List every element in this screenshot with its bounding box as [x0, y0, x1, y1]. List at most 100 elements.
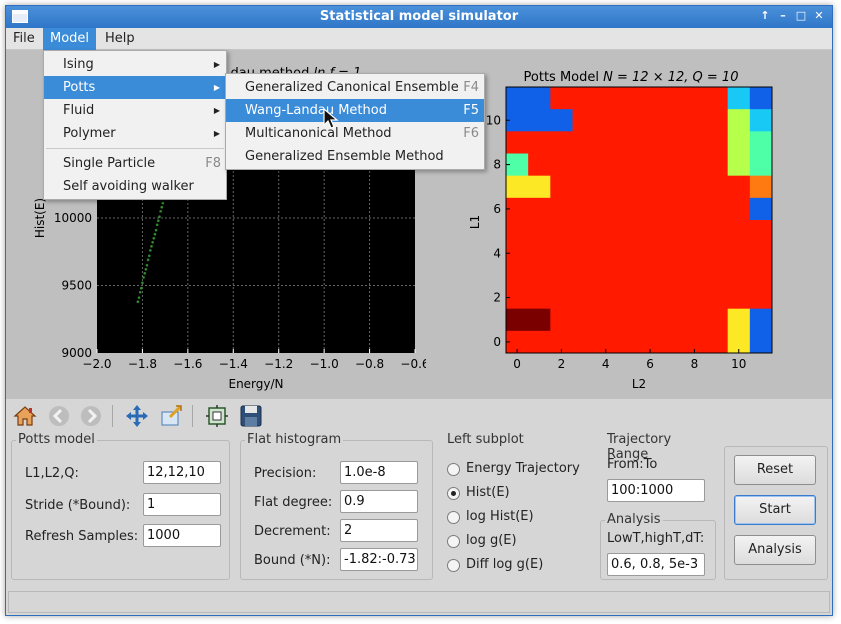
radio-energy-trajectory[interactable]: Energy Trajectory — [447, 461, 597, 479]
lattice-cell — [661, 131, 684, 154]
menu-item-fluid[interactable]: Fluid ▶ — [44, 99, 226, 122]
menu-model[interactable]: Model — [43, 28, 97, 50]
lattice-cell — [749, 153, 773, 177]
radio-circle[interactable] — [447, 559, 460, 572]
x-tick-label: 6 — [646, 357, 654, 371]
data-point — [141, 281, 144, 285]
stride-input[interactable]: 1 — [143, 493, 221, 516]
title-bar[interactable]: Statistical model simulator ↑ – □ ✕ — [6, 6, 832, 28]
radio-log-hist-e[interactable]: log Hist(E) — [447, 509, 597, 527]
x-tick-label: 4 — [602, 357, 610, 371]
radio-circle[interactable] — [447, 535, 460, 548]
lattice-cell — [683, 242, 706, 265]
radio-label: log g(E) — [466, 533, 517, 548]
pan-icon[interactable] — [124, 403, 150, 429]
lattice-cell — [528, 330, 551, 354]
forward-icon[interactable] — [78, 403, 104, 429]
menu-item-single-particle[interactable]: Single Particle F8 — [44, 152, 226, 175]
lattice-cell — [639, 131, 662, 154]
lattice-cell — [727, 131, 751, 154]
menu-item-label: Single Particle — [63, 156, 156, 171]
reset-button[interactable]: Reset — [734, 455, 816, 485]
radio-hist-e[interactable]: Hist(E) — [447, 485, 597, 503]
lattice-cell — [639, 109, 662, 132]
lattice-cell — [661, 197, 684, 221]
submenu-arrow-icon: ▶ — [213, 129, 220, 138]
analysis-group: Analysis LowT,highT,dT: 0.6, 0.8, 5e-3 — [600, 512, 716, 580]
lattice-cell — [572, 330, 596, 354]
zoom-icon[interactable] — [158, 403, 184, 429]
lattice-cell — [727, 153, 751, 177]
menu-item-wang-landau[interactable]: Wang-Landau Method F5 — [226, 99, 484, 122]
menu-item-potts[interactable]: Potts ▶ — [44, 76, 226, 99]
toolbar-separator — [192, 405, 193, 427]
lattice-cell — [683, 175, 706, 199]
lattice-cell — [639, 175, 662, 199]
menu-help[interactable]: Help — [98, 28, 142, 50]
menu-item-multicanonical[interactable]: Multicanonical Method F6 — [226, 122, 484, 145]
left-subplot-group: Left subplot Energy Trajectory Hist(E) l… — [440, 432, 590, 580]
lattice-cell — [661, 264, 684, 287]
menu-item-generalized-canonical[interactable]: Generalized Canonical Ensemble F4 — [226, 76, 484, 99]
analysis-range-input[interactable]: 0.6, 0.8, 5e-3 — [607, 553, 705, 576]
lattice-cell — [639, 264, 662, 287]
lattice-cell — [616, 308, 640, 332]
analysis-button[interactable]: Analysis — [734, 535, 816, 565]
x-tick-label: −1.0 — [310, 357, 339, 371]
data-point — [158, 215, 161, 218]
lattice-cell — [727, 286, 751, 310]
decrement-input[interactable]: 2 — [340, 519, 418, 542]
lattice-cell — [572, 286, 596, 310]
save-icon[interactable] — [238, 403, 264, 429]
radio-circle[interactable] — [447, 511, 460, 524]
lattice-cell — [550, 220, 573, 243]
menu-shortcut: F6 — [463, 126, 479, 141]
lattice-cell — [749, 286, 773, 310]
menu-item-generalized-ensemble[interactable]: Generalized Ensemble Method — [226, 145, 484, 168]
lattice-cell — [594, 220, 618, 243]
menu-item-self-avoiding-walker[interactable]: Self avoiding walker — [44, 175, 226, 198]
minimize-icon[interactable]: – — [776, 9, 790, 23]
trajectory-range-input[interactable]: 100:1000 — [607, 479, 705, 502]
radio-circle-selected[interactable] — [447, 487, 460, 500]
lattice-cell — [616, 109, 640, 132]
radio-label: Energy Trajectory — [466, 461, 580, 476]
lattice-cell — [528, 308, 551, 332]
close-icon[interactable]: ✕ — [812, 9, 826, 23]
menu-item-ising[interactable]: Ising ▶ — [44, 53, 226, 76]
lattice-cell — [594, 109, 618, 132]
lattice-cell — [572, 264, 596, 287]
maximize-icon[interactable]: □ — [794, 9, 808, 23]
start-button[interactable]: Start — [734, 495, 816, 525]
lattice-cell — [616, 175, 640, 199]
menu-separator — [46, 148, 224, 149]
lattice-cell — [594, 286, 618, 310]
radio-label: log Hist(E) — [466, 509, 534, 524]
data-point — [149, 249, 152, 252]
refresh-samples-input[interactable]: 1000 — [143, 524, 221, 547]
back-icon[interactable] — [46, 403, 72, 429]
lattice-cell — [639, 197, 662, 221]
lattice-cell — [705, 109, 729, 132]
y-tick-label: 9000 — [61, 346, 92, 360]
subplots-icon[interactable] — [204, 403, 230, 429]
y-tick-label: 0 — [493, 335, 501, 349]
bound-input[interactable]: -1.82:-0.73 — [340, 548, 418, 571]
radio-log-g-e[interactable]: log g(E) — [447, 533, 597, 551]
l1l2q-input[interactable]: 12,12,10 — [143, 461, 221, 484]
stride-label: Stride (*Bound): — [25, 498, 131, 513]
flat-degree-input[interactable]: 0.9 — [340, 490, 418, 513]
precision-input[interactable]: 1.0e-8 — [340, 461, 418, 484]
menu-file[interactable]: File — [6, 28, 42, 50]
radio-circle[interactable] — [447, 463, 460, 476]
menu-item-polymer[interactable]: Polymer ▶ — [44, 122, 226, 145]
y-tick-label: 6 — [493, 202, 501, 216]
data-point — [153, 232, 157, 236]
home-icon[interactable] — [12, 403, 38, 429]
keep-above-icon[interactable]: ↑ — [758, 9, 772, 23]
lattice-cell — [616, 197, 640, 221]
lattice-cell — [749, 175, 773, 199]
lattice-cell — [572, 109, 596, 132]
data-point — [157, 219, 160, 222]
radio-diff-log-g-e[interactable]: Diff log g(E) — [447, 557, 597, 575]
